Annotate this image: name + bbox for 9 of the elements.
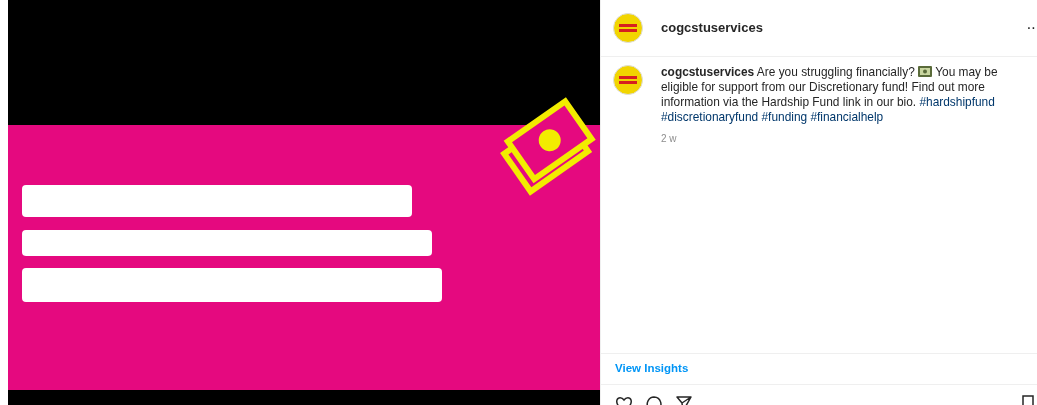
banknote-icon xyxy=(918,66,933,77)
hashtag-link[interactable]: #hardshipfund xyxy=(919,95,995,109)
username[interactable]: cogcstuservices xyxy=(661,18,763,38)
hashtag-link[interactable]: #discretionaryfund xyxy=(661,110,759,124)
hashtag-link[interactable]: #funding xyxy=(761,110,808,124)
more-options-button[interactable]: ·· xyxy=(1026,16,1037,40)
caption-text: cogcstuservices Are you struggling financially? You may be eligible for support from our Discretionary fund! Find out more information via the Hardship Fund link in our bio. #hardshipfund #discretionaryfund #funding #financialhelp xyxy=(661,65,999,125)
hashtag-link[interactable]: #financialhelp xyxy=(810,110,884,124)
post-time: 2 w xyxy=(661,132,678,146)
